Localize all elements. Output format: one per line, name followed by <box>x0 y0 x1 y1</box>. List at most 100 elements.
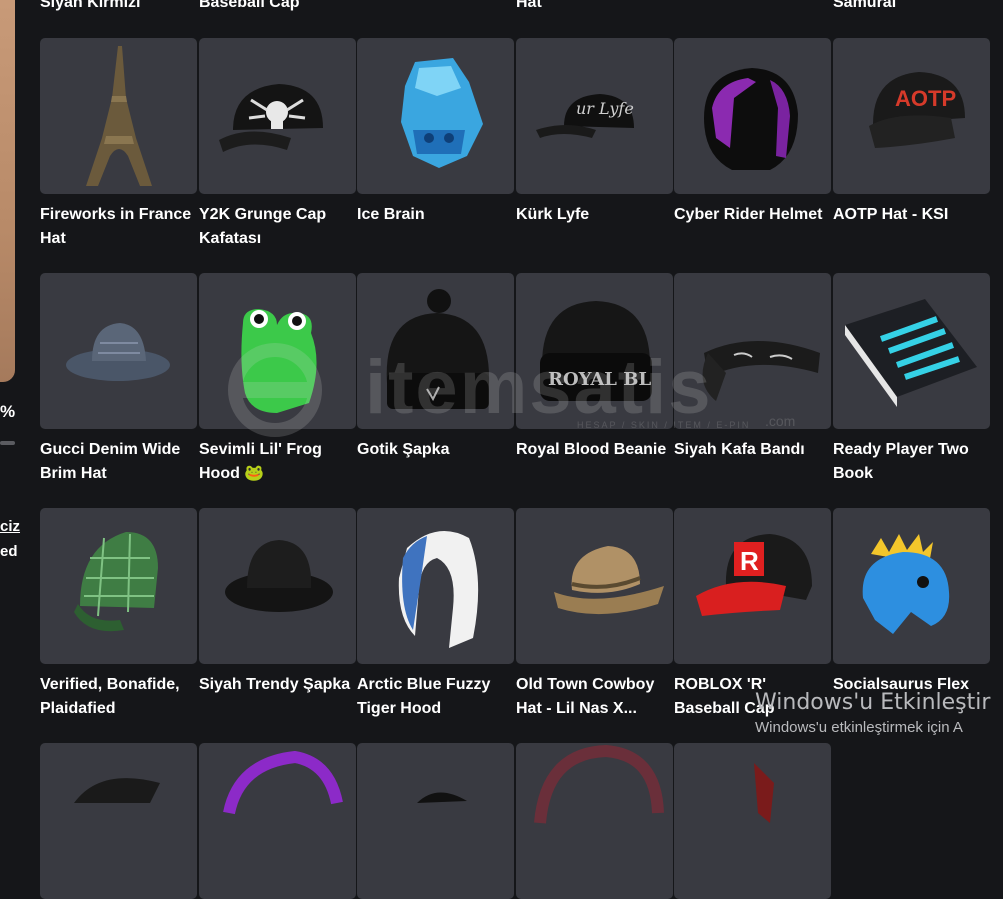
item-card[interactable]: Ice Brain <box>357 38 514 227</box>
item-thumbnail[interactable] <box>199 273 356 429</box>
previous-row-titles: Siyah Kırmızı Baseball Cap Hat Samurai <box>0 0 1003 14</box>
item-card[interactable]: Ready Player Two Book <box>833 273 990 486</box>
eiffel-tower-hat-icon <box>86 46 152 186</box>
item-name[interactable]: Ready Player Two Book <box>833 438 990 486</box>
item-card[interactable]: Fireworks in France Hat <box>40 38 197 251</box>
bucket-hat-icon <box>225 540 333 612</box>
partial-item-icon <box>223 750 343 815</box>
item-name[interactable]: Siyah Trendy Şapka <box>199 673 356 697</box>
item-card[interactable] <box>199 743 356 899</box>
item-thumbnail[interactable] <box>833 273 990 429</box>
prev-item-title[interactable]: Hat <box>516 0 542 12</box>
item-name[interactable]: Arctic Blue Fuzzy Tiger Hood <box>357 673 514 721</box>
royal-beanie-icon: ROYAL BL <box>540 301 652 401</box>
item-thumbnail[interactable] <box>40 38 197 194</box>
item-card[interactable]: Old Town Cowboy Hat - Lil Nas X... <box>516 508 673 721</box>
item-thumbnail[interactable] <box>40 508 197 664</box>
item-thumbnail[interactable] <box>516 743 673 899</box>
beanie-icon <box>386 289 490 409</box>
partial-item-icon <box>74 778 160 803</box>
item-name[interactable]: Gucci Denim Wide Brim Hat <box>40 438 197 486</box>
prev-item-title[interactable]: Samurai <box>833 0 896 12</box>
black-cap-icon: ur Lyfe <box>536 94 634 138</box>
prev-item-title[interactable]: Siyah Kırmızı <box>40 0 140 12</box>
svg-text:ROYAL BL: ROYAL BL <box>548 369 651 390</box>
item-thumbnail[interactable] <box>674 743 831 899</box>
item-card[interactable]: Siyah Trendy Şapka <box>199 508 356 697</box>
item-name[interactable]: Fireworks in France Hat <box>40 203 197 251</box>
bandana-icon <box>702 341 820 401</box>
item-thumbnail[interactable] <box>40 273 197 429</box>
item-thumbnail[interactable] <box>40 743 197 899</box>
item-name[interactable]: Kürk Lyfe <box>516 203 673 227</box>
item-name[interactable]: Sevimli Lil' Frog Hood 🐸 <box>199 438 356 486</box>
book-icon <box>845 299 977 407</box>
item-card[interactable] <box>516 743 673 899</box>
item-thumbnail[interactable] <box>357 273 514 429</box>
item-card[interactable]: Socialsaurus Flex <box>833 508 990 697</box>
item-card[interactable] <box>40 743 197 899</box>
item-card[interactable]: Verified, Bonafide, Plaidafied <box>40 508 197 721</box>
item-card[interactable]: Siyah Kafa Bandı <box>674 273 831 462</box>
aotp-cap-icon: AOTP <box>869 72 965 148</box>
item-thumbnail[interactable]: R <box>674 508 831 664</box>
item-name[interactable]: Old Town Cowboy Hat - Lil Nas X... <box>516 673 673 721</box>
left-text: ed <box>0 543 18 560</box>
tiger-hood-icon <box>398 530 479 648</box>
item-name[interactable]: Verified, Bonafide, Plaidafied <box>40 673 197 721</box>
activation-subtitle: Windows'u etkinleştirmek için A <box>755 719 963 736</box>
partial-item-icon <box>754 763 774 823</box>
svg-text:AOTP: AOTP <box>895 86 956 111</box>
item-name[interactable]: AOTP Hat - KSI <box>833 203 990 227</box>
activation-title: Windows'u Etkinleştir <box>755 690 991 715</box>
item-thumbnail[interactable] <box>674 273 831 429</box>
ice-brain-icon <box>401 58 483 168</box>
prev-item-title[interactable]: Baseball Cap <box>199 0 299 12</box>
left-panel: % ciz ed <box>0 0 38 791</box>
item-name[interactable]: Gotik Şapka <box>357 438 514 462</box>
svg-text:R: R <box>740 546 759 576</box>
item-thumbnail[interactable] <box>357 743 514 899</box>
item-card[interactable]: AOTP AOTP Hat - KSI <box>833 38 990 227</box>
item-thumbnail[interactable] <box>199 38 356 194</box>
partial-item-icon <box>417 792 467 803</box>
windows-activation-notice: Windows'u Etkinleştir Windows'u etkinleş… <box>755 690 990 736</box>
roblox-cap-icon: R <box>696 534 812 616</box>
item-name[interactable]: Siyah Kafa Bandı <box>674 438 831 462</box>
frog-hood-icon <box>241 309 317 413</box>
item-name[interactable]: Royal Blood Beanie <box>516 438 673 462</box>
progress-bar <box>0 441 15 445</box>
item-card[interactable]: Y2K Grunge Cap Kafatası <box>199 38 356 251</box>
item-thumbnail[interactable]: ROYAL BL <box>516 273 673 429</box>
partial-item-icon <box>534 744 664 824</box>
item-card[interactable] <box>357 743 514 899</box>
cowboy-hat-icon <box>554 546 664 615</box>
item-thumbnail[interactable] <box>833 508 990 664</box>
item-thumbnail[interactable] <box>516 508 673 664</box>
item-name[interactable]: Ice Brain <box>357 203 514 227</box>
item-thumbnail[interactable] <box>199 508 356 664</box>
item-card[interactable]: Cyber Rider Helmet <box>674 38 831 227</box>
item-card[interactable] <box>674 743 831 899</box>
item-thumbnail[interactable] <box>199 743 356 899</box>
item-card[interactable]: ROYAL BL Royal Blood Beanie <box>516 273 673 462</box>
promo-banner-edge[interactable] <box>0 0 15 382</box>
dino-hat-icon <box>862 534 950 634</box>
plaid-cap-icon <box>74 532 158 632</box>
percent-label: % <box>0 402 16 421</box>
item-card[interactable]: Gotik Şapka <box>357 273 514 462</box>
left-link[interactable]: ciz <box>0 518 20 535</box>
item-name[interactable]: Cyber Rider Helmet <box>674 203 831 227</box>
item-thumbnail[interactable] <box>357 38 514 194</box>
item-card[interactable]: Gucci Denim Wide Brim Hat <box>40 273 197 486</box>
item-thumbnail[interactable] <box>357 508 514 664</box>
item-card[interactable]: Arctic Blue Fuzzy Tiger Hood <box>357 508 514 721</box>
item-thumbnail[interactable]: ur Lyfe <box>516 38 673 194</box>
item-thumbnail[interactable] <box>674 38 831 194</box>
item-thumbnail[interactable]: AOTP <box>833 38 990 194</box>
item-name[interactable]: Y2K Grunge Cap Kafatası <box>199 203 356 251</box>
svg-text:ur Lyfe: ur Lyfe <box>576 99 634 118</box>
denim-hat-icon <box>66 323 170 381</box>
item-card[interactable]: Sevimli Lil' Frog Hood 🐸 <box>199 273 356 486</box>
item-card[interactable]: ur Lyfe Kürk Lyfe <box>516 38 673 227</box>
